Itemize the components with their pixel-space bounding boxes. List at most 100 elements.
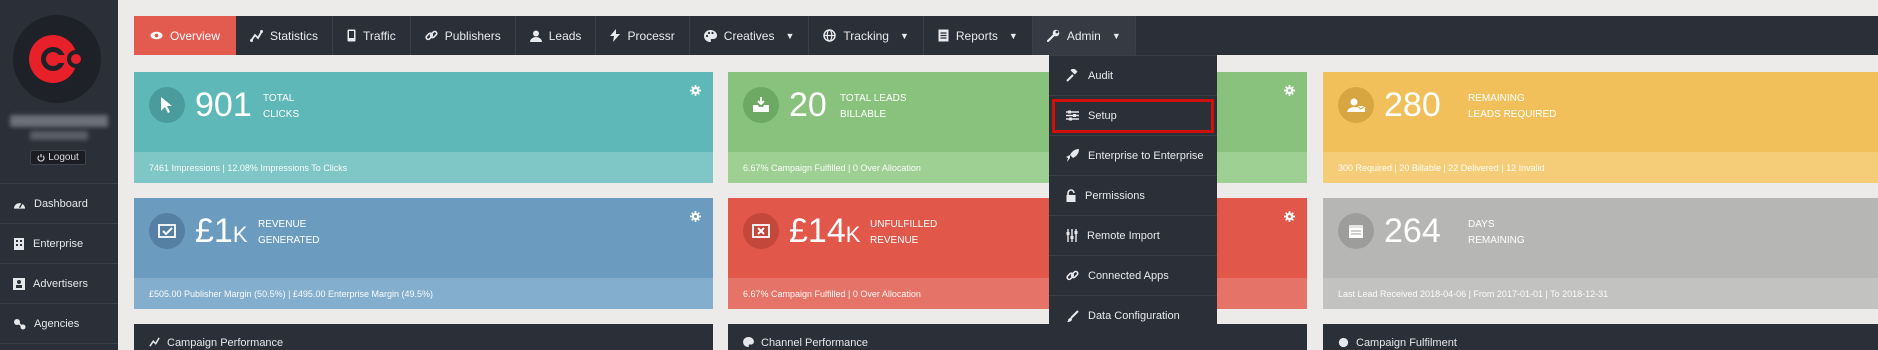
metric-label-line2: REMAINING <box>1468 235 1525 246</box>
metric-value: £1K <box>195 212 248 254</box>
card-total-clicks: 901 TOTAL CLICKS 7461 Impressions | 12.0… <box>134 72 713 183</box>
wrench-icon <box>1046 29 1060 42</box>
palette-icon <box>743 337 754 347</box>
card-footer: 6.67% Campaign Fulfilled | 0 Over Alloca… <box>728 152 1307 183</box>
tab-label: Tracking <box>843 28 889 43</box>
panel-title: Channel Performance <box>761 337 869 349</box>
metric-label-line1: UNFULFILLED <box>870 219 938 230</box>
chevron-down-icon: ▼ <box>1008 30 1018 41</box>
gear-icon[interactable] <box>690 85 701 96</box>
metric-value: 264 <box>1384 212 1441 250</box>
chevron-down-icon: ▼ <box>1111 30 1121 41</box>
menu-item-permissions[interactable]: Permissions <box>1049 176 1217 216</box>
menu-item-enterprise-to-enterprise[interactable]: Enterprise to Enterprise <box>1049 136 1217 176</box>
globe-icon <box>1338 337 1349 348</box>
user-mail-icon <box>1347 98 1365 112</box>
brush-icon <box>1067 309 1079 322</box>
panel-campaign-fulfilment: Campaign Fulfilment <box>1323 324 1878 350</box>
menu-item-label: Connected Apps <box>1088 269 1169 282</box>
metric-value: 280 <box>1384 86 1441 124</box>
metric-label-line2: GENERATED <box>258 235 320 246</box>
power-icon <box>37 153 45 162</box>
dashboard-icon <box>13 202 26 209</box>
metric-label: TOTAL LEADS BILLABLE <box>840 91 907 123</box>
badge <box>1338 213 1374 249</box>
logout-button[interactable]: Logout <box>30 150 86 165</box>
sidebar-item-label: Agencies <box>34 317 80 330</box>
tab-label: Statistics <box>270 28 319 43</box>
menu-item-label: Remote Import <box>1087 229 1160 242</box>
sidebar-item-enterprise[interactable]: Enterprise <box>0 224 118 264</box>
tab-tracking[interactable]: Tracking ▼ <box>809 16 924 55</box>
palette-icon <box>703 29 717 42</box>
admin-dropdown-menu: Audit Setup Enterprise to Enterprise Per… <box>1049 55 1217 332</box>
menu-item-setup[interactable]: Setup <box>1049 96 1217 136</box>
chart-line-icon <box>149 337 160 347</box>
badge <box>743 87 779 123</box>
card-footer: 6.67% Campaign Fulfilled | 0 Over Alloca… <box>728 278 1307 309</box>
panel-title: Campaign Fulfilment <box>1356 337 1457 349</box>
metric-label: UNFULFILLED REVENUE <box>870 217 937 249</box>
sidebar-nav: Dashboard Enterprise Advertisers Agencie… <box>0 183 118 344</box>
metric-value: 901 <box>195 86 252 124</box>
metric-label: REVENUE GENERATED <box>258 217 320 249</box>
link-icon <box>425 30 438 41</box>
cursor-icon <box>161 97 172 113</box>
tab-creatives[interactable]: Creatives ▼ <box>690 16 810 55</box>
sidebar-item-dashboard[interactable]: Dashboard <box>0 184 118 224</box>
badge <box>149 213 185 249</box>
tab-leads[interactable]: Leads <box>516 16 597 55</box>
panel-campaign-performance: Campaign Performance <box>134 324 713 350</box>
sidebar-item-advertisers[interactable]: Advertisers <box>0 264 118 304</box>
card-days-remaining: 264 DAYS REMAINING Last Lead Received 20… <box>1323 198 1878 309</box>
top-navigation: Overview Statistics Traffic Publishers L… <box>134 16 1878 55</box>
sliders-icon <box>1066 110 1079 121</box>
card-footer: £505.00 Publisher Margin (50.5%) | £495.… <box>134 278 713 309</box>
menu-item-audit[interactable]: Audit <box>1049 56 1217 96</box>
tab-publishers[interactable]: Publishers <box>411 16 516 55</box>
cross-square-icon <box>752 224 770 238</box>
menu-item-data-configuration[interactable]: Data Configuration <box>1049 296 1217 336</box>
id-card-icon <box>13 277 25 290</box>
tab-statistics[interactable]: Statistics <box>236 16 334 55</box>
card-footer: 300 Required | 20 Billable | 22 Delivere… <box>1323 152 1878 183</box>
inbox-download-icon <box>753 97 769 112</box>
metric-label-line1: REVENUE <box>258 219 307 230</box>
tab-label: Creatives <box>723 28 775 43</box>
gear-icon[interactable] <box>1284 211 1295 222</box>
badge <box>149 87 185 123</box>
badge <box>1338 87 1374 123</box>
metric-label: DAYS REMAINING <box>1468 217 1525 249</box>
metric-label-line2: REVENUE <box>870 235 919 246</box>
sidebar-item-agencies[interactable]: Agencies <box>0 304 118 344</box>
brand-logo[interactable] <box>13 15 101 103</box>
building-icon <box>14 238 24 250</box>
sidebar-item-label: Dashboard <box>34 197 88 210</box>
tab-label: Admin <box>1066 28 1101 43</box>
tab-traffic[interactable]: Traffic <box>333 16 411 55</box>
metric-number: £14 <box>789 212 846 250</box>
mobile-icon <box>347 29 356 42</box>
panel-channel-performance: Channel Performance <box>728 324 1307 350</box>
menu-item-connected-apps[interactable]: Connected Apps <box>1049 256 1217 296</box>
tab-overview[interactable]: Overview <box>134 16 237 55</box>
metric-label-line1: TOTAL LEADS <box>840 93 907 104</box>
globe-icon <box>823 29 837 42</box>
logout-label: Logout <box>48 152 79 163</box>
menu-item-remote-import[interactable]: Remote Import <box>1049 216 1217 256</box>
rocket-icon <box>1066 149 1079 162</box>
report-icon <box>938 29 949 42</box>
metric-unit: K <box>845 222 861 247</box>
link-icon <box>1066 270 1079 281</box>
tab-reports[interactable]: Reports ▼ <box>924 16 1033 55</box>
metric-number: £1 <box>195 212 233 250</box>
gear-icon[interactable] <box>690 211 701 222</box>
chart-line-icon <box>250 29 264 42</box>
metric-label-line2: LEADS REQUIRED <box>1468 109 1557 120</box>
metric-label: TOTAL CLICKS <box>263 91 299 123</box>
tab-admin[interactable]: Admin ▼ <box>1032 16 1136 55</box>
tab-processr[interactable]: Processr <box>596 16 690 55</box>
gear-icon[interactable] <box>1284 85 1295 96</box>
metric-label-line1: TOTAL <box>263 93 295 104</box>
eye-icon <box>150 31 163 40</box>
